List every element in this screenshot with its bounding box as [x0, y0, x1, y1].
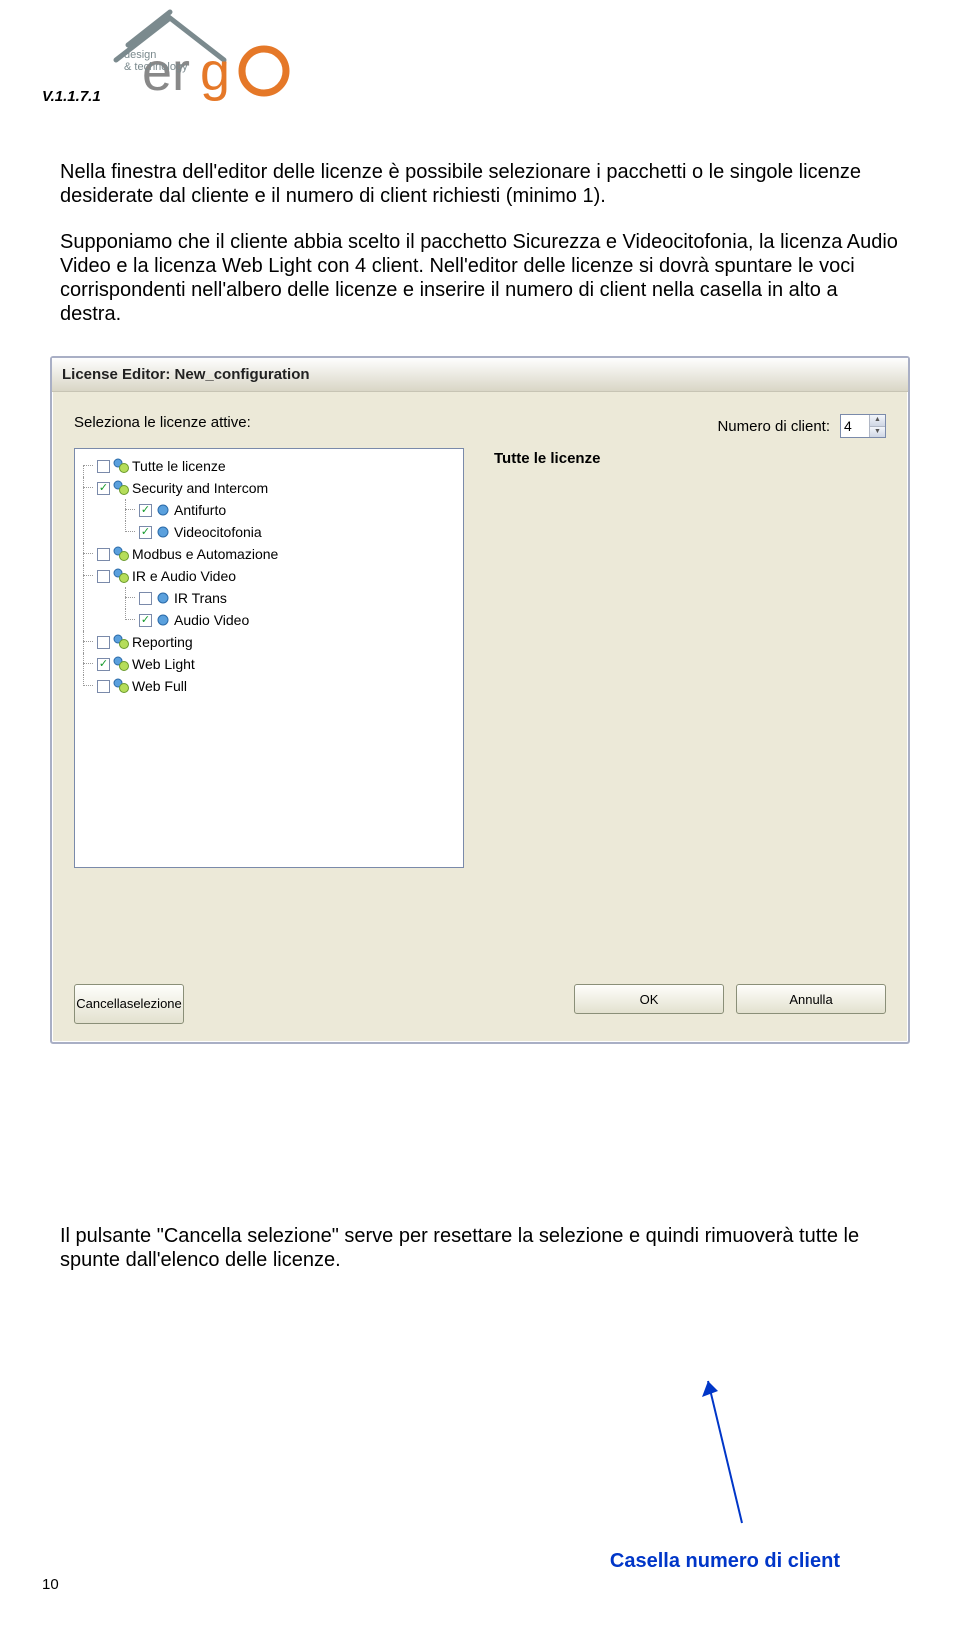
tree-node-label: Audio Video [174, 609, 249, 631]
tree-node[interactable]: IR Trans [139, 587, 227, 609]
checkbox-icon[interactable]: ✓ [97, 658, 110, 671]
footer-paragraph: Il pulsante "Cancella selezione" serve p… [60, 1224, 900, 1272]
tree-node-label: Reporting [132, 631, 193, 653]
checkbox-icon[interactable]: ✓ [139, 504, 152, 517]
cancel-button[interactable]: Annulla [736, 984, 886, 1014]
version-label: V.1.1.7.1 [42, 88, 101, 105]
svg-text:g: g [200, 42, 230, 102]
tree-node[interactable]: IR e Audio Video [97, 565, 236, 587]
checkbox-icon[interactable] [97, 680, 110, 693]
tree-node-label: IR e Audio Video [132, 565, 236, 587]
tree-node[interactable]: ✓ Videocitofonia [139, 521, 262, 543]
license-editor-dialog: License Editor: New_configuration Selezi… [50, 356, 910, 1044]
tree-node-label: IR Trans [174, 587, 227, 609]
tree-node-label: Web Light [132, 653, 195, 675]
checkbox-icon[interactable] [97, 636, 110, 649]
paragraph-1: Nella finestra dell'editor delle licenze… [60, 160, 900, 208]
checkbox-icon[interactable] [97, 570, 110, 583]
tree-node-label: Modbus e Automazione [132, 543, 278, 565]
tree-node[interactable]: ✓ Audio Video [139, 609, 249, 631]
license-tree[interactable]: Tutte le licenze ✓ Security and Intercom ✓ A… [74, 448, 464, 868]
tree-node[interactable]: Tutte le licenze [97, 455, 226, 477]
clear-selection-button[interactable]: Cancellaselezione [74, 984, 184, 1024]
svg-text:& technology: & technology [124, 61, 188, 73]
ergo-logo: er g design & technology [110, 0, 300, 115]
checkbox-icon[interactable]: ✓ [139, 526, 152, 539]
spin-down-icon[interactable]: ▼ [870, 427, 885, 438]
checkbox-icon[interactable]: ✓ [97, 482, 110, 495]
client-count-label: Numero di client: [717, 418, 830, 435]
dialog-title: License Editor: New_configuration [52, 358, 908, 392]
tree-node-label: Web Full [132, 675, 187, 697]
checkbox-icon[interactable] [97, 548, 110, 561]
tree-node[interactable]: Reporting [97, 631, 193, 653]
page-number: 10 [42, 1576, 59, 1593]
tree-node-label: Videocitofonia [174, 521, 262, 543]
paragraph-2: Supponiamo che il cliente abbia scelto i… [60, 230, 900, 326]
client-count-callout: Casella numero di client [610, 1550, 840, 1573]
checkbox-icon[interactable] [139, 592, 152, 605]
checkbox-icon[interactable]: ✓ [139, 614, 152, 627]
svg-text:design: design [124, 49, 156, 61]
client-count-spinner[interactable]: ▲ ▼ [840, 414, 886, 438]
tree-node[interactable]: ✓ Web Light [97, 653, 195, 675]
select-licenses-label: Seleziona le licenze attive: [74, 414, 251, 438]
arrow-icon [700, 1373, 760, 1533]
tree-node[interactable]: Modbus e Automazione [97, 543, 278, 565]
client-count-input[interactable] [841, 415, 869, 437]
tree-node[interactable]: Web Full [97, 675, 187, 697]
tree-node-label: Antifurto [174, 499, 226, 521]
checkbox-icon[interactable] [97, 460, 110, 473]
tree-node[interactable]: ✓ Antifurto [139, 499, 226, 521]
tree-node-label: Tutte le licenze [132, 455, 226, 477]
ok-button[interactable]: OK [574, 984, 724, 1014]
spin-up-icon[interactable]: ▲ [870, 415, 885, 427]
tree-node[interactable]: ✓ Security and Intercom [97, 477, 268, 499]
right-panel-title: Tutte le licenze [494, 450, 886, 467]
tree-node-label: Security and Intercom [132, 477, 268, 499]
